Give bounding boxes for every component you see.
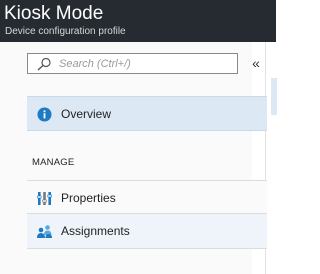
assignments-icon	[37, 225, 52, 238]
search-placeholder: Search (Ctrl+/)	[59, 58, 131, 70]
nav-item-label: Overview	[61, 107, 112, 121]
search-input[interactable]: Search (Ctrl+/)	[27, 53, 238, 74]
nav-item-label: Assignments	[61, 224, 130, 238]
content-pane-selection-strip	[271, 78, 277, 115]
section-header-manage: MANAGE	[32, 157, 75, 168]
properties-icon	[37, 192, 52, 205]
nav-item-properties[interactable]: Properties	[27, 180, 267, 215]
blade-title: Kiosk Mode	[4, 3, 104, 24]
blade-header: Kiosk Mode Device configuration profile	[0, 0, 276, 42]
nav-item-label: Properties	[61, 191, 116, 205]
blade-subtitle: Device configuration profile	[5, 26, 126, 37]
info-icon	[37, 107, 52, 122]
nav-item-assignments[interactable]: Assignments	[27, 213, 267, 249]
nav-item-overview[interactable]: Overview	[27, 96, 267, 131]
collapse-menu-button[interactable]: «	[250, 55, 262, 71]
search-icon	[37, 57, 51, 71]
